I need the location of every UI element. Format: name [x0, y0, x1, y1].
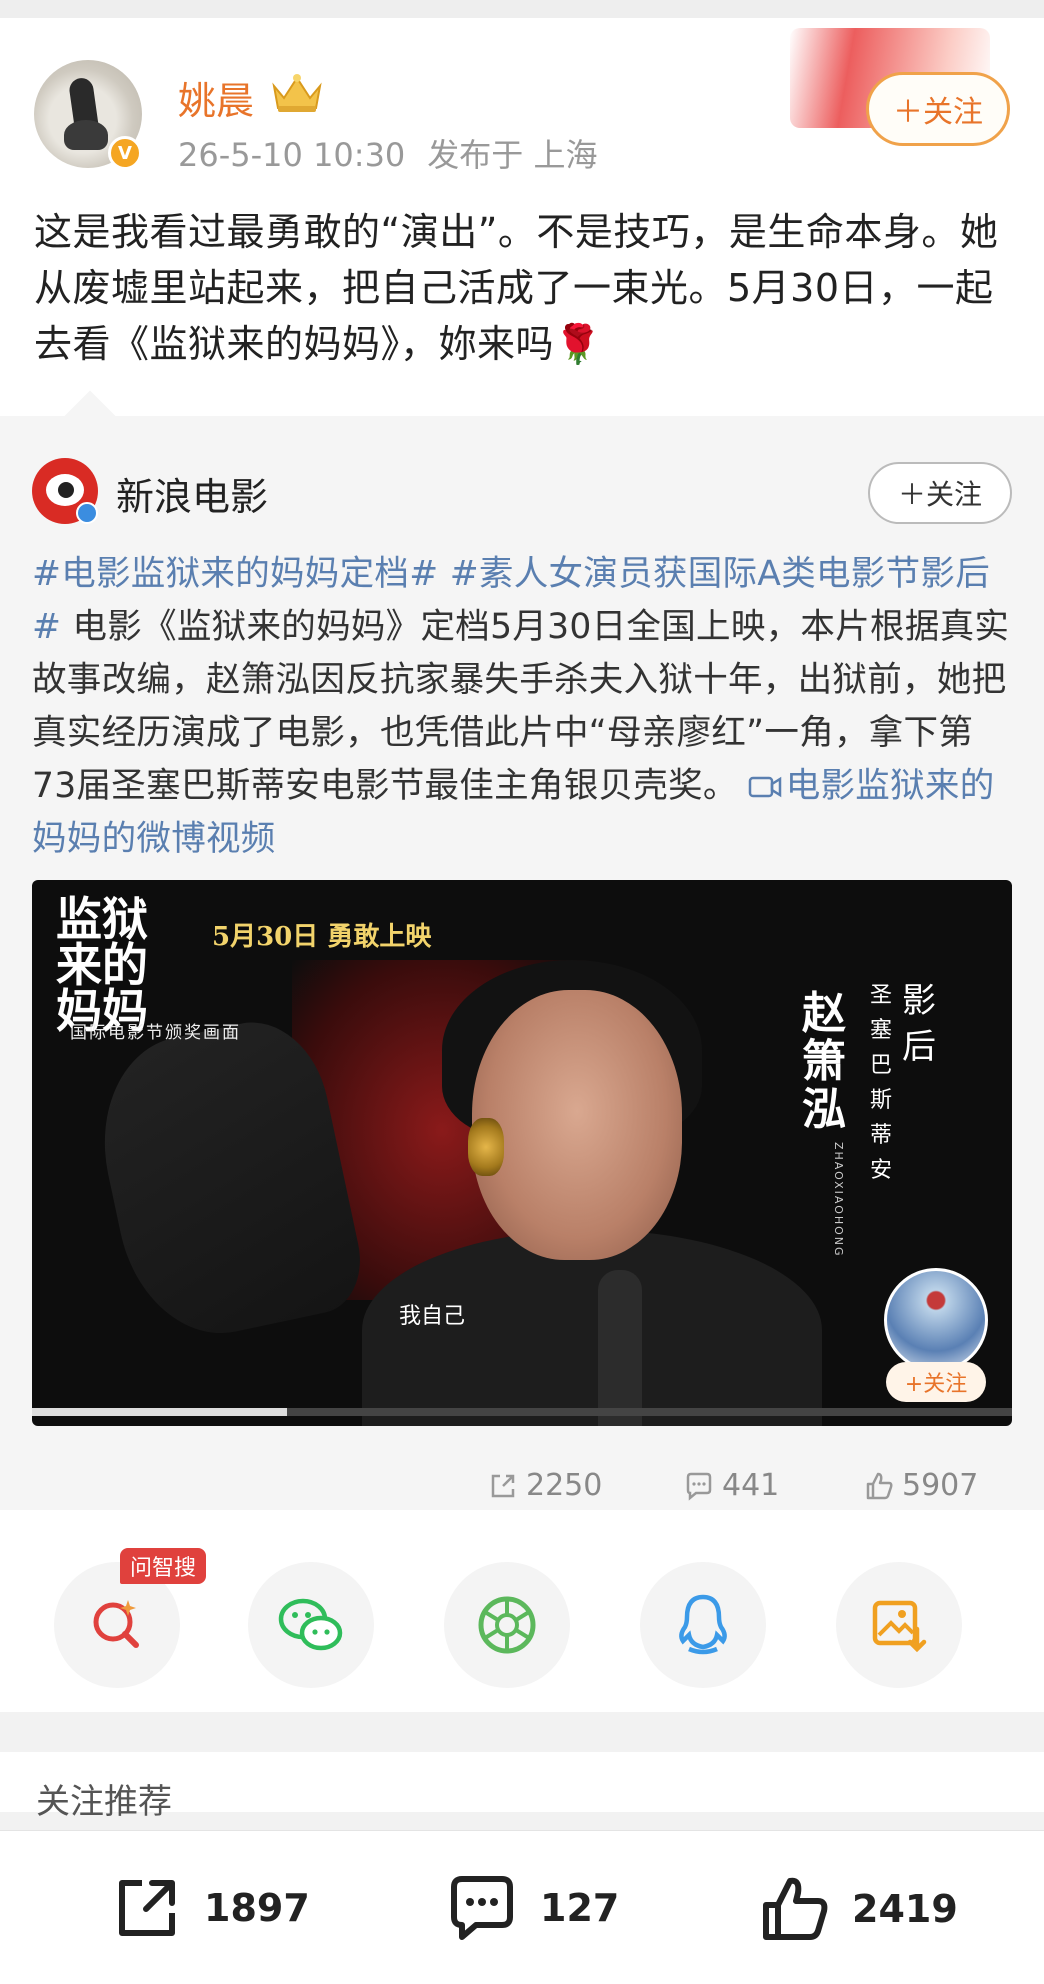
blue-verified-icon — [76, 502, 98, 524]
actress-pinyin: ZHAOXIAOHONG — [832, 1142, 845, 1258]
top-strip — [0, 0, 1044, 18]
share-icon — [491, 1474, 515, 1497]
video-player[interactable]: 监狱来的妈妈 5月30日 勇敢上映 国际电影节颁奖画面 赵箫泓 ZHAOXIAO… — [32, 880, 1012, 1426]
award-title: 影后 — [902, 981, 936, 1067]
repost-author[interactable]: 新浪电影 — [116, 466, 268, 521]
repost-share-stat[interactable]: 2250 — [488, 1468, 602, 1503]
comment-icon — [451, 1876, 513, 1940]
vip-crown-icon — [272, 74, 322, 112]
post-text: 这是我看过最勇敢的“演出”。不是技巧，是生命本身。她从废墟里站起来，把自己活成了… — [34, 210, 999, 366]
recommend-section: 关注推荐 — [0, 1752, 1044, 1822]
video-camera-icon — [748, 776, 781, 798]
video-follow-button[interactable]: +关注 — [886, 1362, 986, 1402]
main-post: V 姚晨 26-5-10 10:30 发布于 上海 ＋关注 这是我看过最勇敢的“演… — [0, 18, 1044, 1528]
ai-search-icon — [93, 1600, 139, 1648]
ai-search-badge: 问智搜 — [120, 1548, 207, 1584]
video-subtitle: 我自己 — [398, 1304, 465, 1329]
bottom-comment-button[interactable]: 127 — [446, 1873, 619, 1943]
video-person-face — [472, 990, 682, 1260]
share-icon — [119, 1880, 175, 1936]
post-meta: 26-5-10 10:30 发布于 上海 — [178, 130, 619, 176]
comment-icon — [686, 1472, 712, 1501]
repost-comment-stat[interactable]: 441 — [684, 1468, 779, 1503]
video-progress-bar[interactable] — [32, 1408, 1012, 1416]
video-earring — [468, 1118, 504, 1176]
repost-share-count: 2250 — [526, 1468, 603, 1503]
like-icon — [866, 1472, 893, 1499]
username[interactable]: 姚晨 — [178, 70, 254, 125]
video-progress-fill — [32, 1408, 287, 1416]
video-microphone — [598, 1270, 642, 1426]
follow-button[interactable]: ＋关注 — [866, 72, 1010, 146]
bottom-action-bar: 1897 127 2419 — [0, 1830, 1044, 1984]
festival-name: 圣塞巴斯蒂安 — [870, 983, 893, 1183]
sina-logo-pupil — [58, 482, 74, 498]
uploader-avatar[interactable] — [884, 1268, 988, 1372]
wechat-icon — [278, 1598, 343, 1651]
save-image-button[interactable] — [836, 1562, 962, 1688]
bottom-like-button[interactable]: 2419 — [758, 1873, 958, 1945]
verified-badge-icon: V — [108, 136, 142, 170]
bottom-like-count: 2419 — [852, 1887, 958, 1931]
share-row: 问智搜 — [0, 1510, 1044, 1712]
release-date-text: 5月30日 勇敢上映 — [212, 922, 432, 952]
recommend-title: 关注推荐 — [36, 1782, 172, 1822]
qq-icon — [679, 1594, 727, 1655]
save-image-icon — [872, 1600, 927, 1653]
repost-card[interactable]: 新浪电影 ＋关注 #电影监狱来的妈妈定档# #素人女演员获国际A类电影节影后# … — [0, 416, 1044, 1526]
repost-text: #电影监狱来的妈妈定档# #素人女演员获国际A类电影节影后# 电影《监狱来的妈妈… — [32, 548, 1017, 866]
bottom-comment-count: 127 — [540, 1886, 620, 1930]
repost-like-stat[interactable]: 5907 — [864, 1468, 978, 1503]
festival-footage-text: 国际电影节颁奖画面 — [70, 1023, 241, 1043]
avatar-figure-dress — [64, 120, 108, 150]
film-logo: 监狱来的妈妈 — [56, 892, 148, 1038]
moments-share-button[interactable] — [444, 1562, 570, 1688]
bottom-share-button[interactable]: 1897 — [112, 1873, 310, 1943]
repost-comment-count: 441 — [722, 1468, 780, 1503]
repost-follow-button[interactable]: ＋关注 — [868, 462, 1012, 524]
wechat-share-button[interactable] — [248, 1562, 374, 1688]
post-time: 26-5-10 10:30 — [178, 136, 406, 174]
actress-name: 赵箫泓 — [802, 988, 846, 1135]
like-icon — [763, 1877, 828, 1940]
hashtag-release[interactable]: #电影监狱来的妈妈定档# — [32, 554, 438, 594]
repost-like-count: 5907 — [902, 1468, 979, 1503]
moments-icon — [478, 1596, 536, 1654]
bottom-share-count: 1897 — [204, 1886, 310, 1930]
qq-share-button[interactable] — [640, 1562, 766, 1688]
post-location: 发布于 上海 — [427, 136, 598, 174]
